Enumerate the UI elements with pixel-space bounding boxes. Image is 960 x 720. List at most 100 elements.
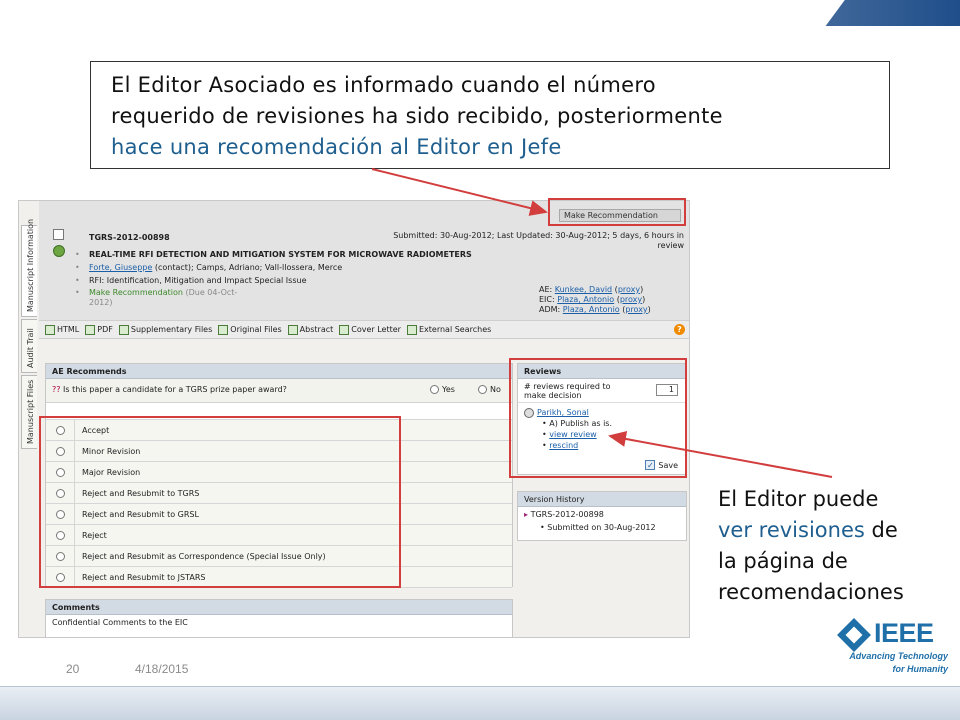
adm-name-link[interactable]: Plaza, Antonio [563, 305, 620, 314]
prize-no-radio[interactable]: No [478, 385, 501, 394]
adm-label: ADM: [539, 305, 563, 314]
eic-label: EIC: [539, 295, 558, 304]
top-banner-gradient [0, 0, 960, 26]
ae-label: AE: [539, 285, 555, 294]
tab-manuscript-information[interactable]: Manuscript Information [21, 219, 37, 317]
comments-box: Comments Confidential Comments to the EI… [45, 599, 513, 637]
ieee-tagline1: Advancing Technology [849, 651, 948, 661]
bullet-icon: • [75, 276, 80, 285]
authors-rest: (contact); Camps, Adriano; Vall-llossera… [152, 263, 343, 272]
prize-question: Is this paper a candidate for a TGRS pri… [63, 385, 287, 394]
manuscript-title: REAL-TIME RFI DETECTION AND MITIGATION S… [89, 250, 472, 259]
callout-top-line1: El Editor Asociado es informado cuando e… [111, 73, 656, 97]
search-icon [406, 324, 417, 335]
version-submitted-text: Submitted on 30-Aug-2012 [547, 523, 656, 532]
version-history-box: Version History ▸ TGRS-2012-00898 • Subm… [517, 491, 687, 541]
toolbar-original-files[interactable]: Original Files [218, 324, 282, 335]
status-make-recommendation[interactable]: Make Recommendation [89, 288, 183, 297]
plus-icon [118, 324, 129, 335]
toolbar-html-label: HTML [57, 325, 80, 334]
side-line2-rest: de [864, 518, 898, 542]
bullet-icon: • [75, 263, 80, 272]
toolbar-cover-letter[interactable]: Cover Letter [339, 324, 401, 335]
ae-recommends-header: AE Recommends [46, 364, 512, 379]
files-icon [218, 324, 229, 335]
callout-top-line3: hace una recomendación al Editor en Jefe [111, 135, 562, 159]
toolbar-abstract-label: Abstract [299, 325, 334, 334]
help-icon[interactable]: ?? [52, 385, 61, 394]
document-icon [339, 324, 350, 335]
tab-audit-trail[interactable]: Audit Trail [21, 319, 37, 373]
manuscript-id: TGRS-2012-00898 [89, 233, 170, 242]
ae-proxy-link[interactable]: proxy [618, 285, 640, 294]
callout-top-line2: requerido de revisiones ha sido recibido… [111, 104, 723, 128]
manuscript-dates: Submitted: 30-Aug-2012; Last Updated: 30… [339, 231, 684, 251]
triangle-right-icon: ▸ [524, 510, 529, 519]
toolbar-pdf[interactable]: PDF [85, 324, 113, 335]
manuscript-special-issue: RFI: Identification, Mitigation and Impa… [89, 276, 307, 285]
comments-header: Comments [46, 600, 512, 615]
highlight-make-recommendation [548, 198, 686, 226]
prize-question-row: ?? Is this paper a candidate for a TGRS … [46, 379, 512, 403]
version-history-header: Version History [518, 492, 686, 507]
manuscript-roles: AE: Kunkee, David (proxy) EIC: Plaza, An… [539, 285, 651, 314]
bullet-icon: • [75, 250, 80, 259]
toolbar-supplementary[interactable]: Supplementary Files [118, 324, 212, 335]
comments-subheader: Confidential Comments to the EIC [52, 618, 188, 627]
toolbar-external-searches[interactable]: External Searches [406, 324, 492, 335]
author-link[interactable]: Forte, Giuseppe [89, 263, 152, 272]
side-line3: la página de [718, 549, 848, 573]
toolbar-original-files-label: Original Files [230, 325, 282, 334]
side-callout: El Editor puede ver revisiones de la pág… [718, 484, 958, 608]
version-id: TGRS-2012-00898 [530, 510, 604, 519]
toolbar-cover-letter-label: Cover Letter [351, 325, 401, 334]
tab-manuscript-files[interactable]: Manuscript Files [21, 375, 37, 449]
highlight-options [39, 416, 401, 588]
version-history-item[interactable]: ▸ TGRS-2012-00898 [518, 507, 686, 520]
toolbar-pdf-label: PDF [97, 325, 113, 334]
toolbar-html[interactable]: HTML [45, 324, 80, 335]
status-due-line1: (Due 04-Oct- [182, 288, 238, 297]
ieee-tagline2: for Humanity [892, 664, 948, 674]
bullet-icon: • [75, 288, 80, 297]
slide-date: 4/18/2015 [135, 662, 189, 676]
manuscript-toolbar: HTML PDF Supplementary Files Original Fi… [39, 321, 689, 339]
bottom-banner [0, 686, 960, 720]
dates-line1: Submitted: 30-Aug-2012; Last Updated: 30… [393, 231, 684, 240]
side-line2-blue: ver revisiones [718, 518, 865, 542]
select-checkbox[interactable] [53, 229, 64, 240]
side-line4: recomendaciones [718, 580, 904, 604]
add-icon[interactable] [53, 245, 65, 257]
tab-audit-trail-label: Audit Trail [26, 328, 35, 368]
top-banner [0, 0, 960, 26]
toolbar-abstract[interactable]: Abstract [287, 324, 334, 335]
abstract-icon [287, 324, 298, 335]
status-due-line2: 2012) [89, 298, 113, 307]
highlight-reviews [509, 358, 687, 478]
prize-no-label: No [490, 385, 501, 394]
slide-number: 20 [66, 662, 80, 676]
ae-name-link[interactable]: Kunkee, David [555, 285, 612, 294]
ieee-diamond-icon [837, 618, 871, 652]
ieee-logo: IEEE Advancing Technology for Humanity [837, 618, 948, 678]
pdf-icon [85, 324, 96, 335]
toolbar-external-searches-label: External Searches [418, 325, 492, 334]
radio-no[interactable] [478, 385, 487, 394]
radio-yes[interactable] [430, 385, 439, 394]
ieee-word: IEEE [874, 618, 934, 648]
manuscript-authors: Forte, Giuseppe (contact); Camps, Adrian… [89, 263, 342, 272]
manuscript-status: Make Recommendation (Due 04-Oct- 2012) [89, 288, 237, 308]
eic-name-link[interactable]: Plaza, Antonio [557, 295, 614, 304]
tab-manuscript-information-label: Manuscript Information [26, 218, 35, 312]
version-submitted: • Submitted on 30-Aug-2012 [540, 523, 656, 532]
html-icon [45, 324, 55, 335]
side-line1: El Editor puede [718, 487, 879, 511]
vertical-tabs: Manuscript Information Audit Trail Manus… [19, 219, 39, 637]
tab-manuscript-files-label: Manuscript Files [26, 379, 35, 444]
callout-top: El Editor Asociado es informado cuando e… [90, 61, 890, 169]
eic-proxy-link[interactable]: proxy [620, 295, 642, 304]
adm-proxy-link[interactable]: proxy [625, 305, 647, 314]
help-icon[interactable]: ? [674, 324, 685, 335]
prize-yes-label: Yes [442, 385, 455, 394]
prize-yes-radio[interactable]: Yes [430, 385, 455, 394]
